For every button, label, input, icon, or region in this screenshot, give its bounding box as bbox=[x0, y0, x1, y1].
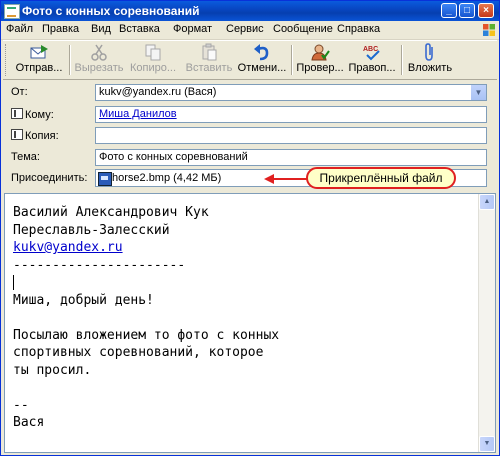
menu-format[interactable]: Формат bbox=[173, 23, 212, 35]
address-book-icon bbox=[11, 129, 23, 140]
send-icon bbox=[30, 45, 48, 59]
close-button[interactable]: × bbox=[478, 3, 494, 18]
attach-label: Вложить bbox=[407, 62, 453, 74]
paste-icon bbox=[202, 43, 217, 61]
cc-label: Копия: bbox=[25, 130, 59, 142]
cc-field[interactable] bbox=[95, 127, 487, 144]
menu-view[interactable]: Вид bbox=[91, 23, 111, 35]
spelling-label: Правоп... bbox=[348, 62, 396, 74]
scroll-up-button[interactable]: ▲ bbox=[479, 194, 495, 210]
attachment-file[interactable]: horse2.bmp (4,42 МБ) bbox=[112, 172, 221, 184]
cc-label-wrap[interactable]: Копия: bbox=[11, 129, 59, 142]
menu-edit[interactable]: Правка bbox=[42, 23, 79, 35]
maximize-button[interactable]: □ bbox=[459, 3, 475, 18]
from-value: kukv@yandex.ru (Вася) bbox=[99, 86, 217, 98]
send-button[interactable]: Отправ... bbox=[12, 42, 66, 78]
undo-icon bbox=[254, 44, 269, 61]
compose-window: Фото с конных соревнований _ □ × Файл Пр… bbox=[0, 0, 500, 456]
copy-button[interactable]: Копиро... bbox=[127, 42, 179, 78]
menu-bar: Файл Правка Вид Вставка Формат Сервис Со… bbox=[1, 21, 499, 40]
toolbar-separator bbox=[291, 45, 293, 75]
message-text[interactable]: Василий Александрович Кук Переславль-Зал… bbox=[13, 204, 279, 432]
spelling-icon: ABC bbox=[363, 46, 380, 61]
paperclip-icon bbox=[425, 43, 433, 61]
check-names-label: Провер... bbox=[296, 62, 344, 74]
spelling-button[interactable]: ABC Правоп... bbox=[347, 42, 397, 78]
send-label: Отправ... bbox=[15, 62, 63, 74]
body-line: Миша, добрый день! bbox=[13, 292, 154, 308]
body-line: Вася bbox=[13, 415, 45, 430]
callout-arrow-line bbox=[273, 178, 309, 180]
window-title: Фото с конных соревнований bbox=[22, 4, 200, 18]
subject-field[interactable]: Фото с конных соревнований bbox=[95, 149, 487, 166]
to-field[interactable]: Миша Данилов bbox=[95, 106, 487, 123]
vertical-scrollbar[interactable]: ▲ ▼ bbox=[478, 194, 495, 452]
paste-button[interactable]: Вставить bbox=[183, 42, 235, 78]
address-book-icon bbox=[11, 108, 23, 119]
body-line: -- bbox=[13, 397, 29, 413]
menu-tools[interactable]: Сервис bbox=[226, 23, 264, 35]
copy-label: Копиро... bbox=[129, 62, 177, 74]
toolbar-grip bbox=[5, 44, 9, 76]
scroll-down-button[interactable]: ▼ bbox=[479, 436, 495, 452]
body-line: Переславль-Залесский bbox=[13, 222, 170, 238]
cut-label: Вырезать bbox=[74, 62, 124, 74]
toolbar: Отправ... Вырезать Копиро... Вставить От… bbox=[3, 40, 497, 80]
from-select[interactable]: kukv@yandex.ru (Вася) ▼ bbox=[95, 84, 487, 101]
undo-button[interactable]: Отмени... bbox=[237, 42, 287, 78]
cut-button[interactable]: Вырезать bbox=[73, 42, 125, 78]
body-email-link[interactable]: kukv@yandex.ru bbox=[13, 240, 123, 255]
attachment-callout: Прикреплённый файл bbox=[306, 167, 456, 189]
text-cursor bbox=[13, 275, 14, 290]
copy-icon bbox=[145, 44, 161, 61]
paste-label: Вставить bbox=[185, 62, 233, 74]
toolbar-separator bbox=[401, 45, 403, 75]
message-body[interactable]: Василий Александрович Кук Переславль-Зал… bbox=[4, 193, 496, 453]
bmp-file-icon bbox=[98, 172, 112, 186]
from-label: От: bbox=[11, 86, 28, 98]
windows-logo-icon bbox=[483, 24, 495, 36]
body-line: Посылаю вложением то фото с конных bbox=[13, 327, 280, 343]
attach-field-label: Присоединить: bbox=[11, 172, 88, 184]
minimize-button[interactable]: _ bbox=[441, 3, 457, 18]
body-line: спортивных соревнований, которое bbox=[13, 345, 264, 360]
menu-insert[interactable]: Вставка bbox=[119, 23, 160, 35]
subject-label: Тема: bbox=[11, 151, 40, 163]
title-bar: Фото с конных соревнований _ □ × bbox=[1, 1, 499, 21]
cut-icon bbox=[91, 44, 107, 61]
check-names-button[interactable]: Провер... bbox=[295, 42, 345, 78]
menu-help[interactable]: Справка bbox=[337, 23, 380, 35]
attach-button[interactable]: Вложить bbox=[405, 42, 455, 78]
to-label: Кому: bbox=[25, 109, 54, 121]
menu-message[interactable]: Сообщение bbox=[273, 23, 333, 35]
check-names-icon bbox=[311, 44, 330, 61]
svg-text:ABC: ABC bbox=[363, 46, 378, 53]
body-line: Василий Александрович Кук bbox=[13, 205, 209, 220]
subject-value: Фото с конных соревнований bbox=[99, 151, 248, 163]
body-line: ---------------------- bbox=[13, 257, 186, 273]
app-icon bbox=[4, 4, 20, 19]
chevron-down-icon[interactable]: ▼ bbox=[470, 85, 486, 100]
toolbar-separator bbox=[69, 45, 71, 75]
body-line: ты просил. bbox=[13, 362, 92, 378]
undo-label: Отмени... bbox=[237, 62, 287, 74]
menu-file[interactable]: Файл bbox=[6, 23, 33, 35]
to-label-wrap[interactable]: Кому: bbox=[11, 108, 54, 121]
to-recipient[interactable]: Миша Данилов bbox=[99, 108, 177, 120]
